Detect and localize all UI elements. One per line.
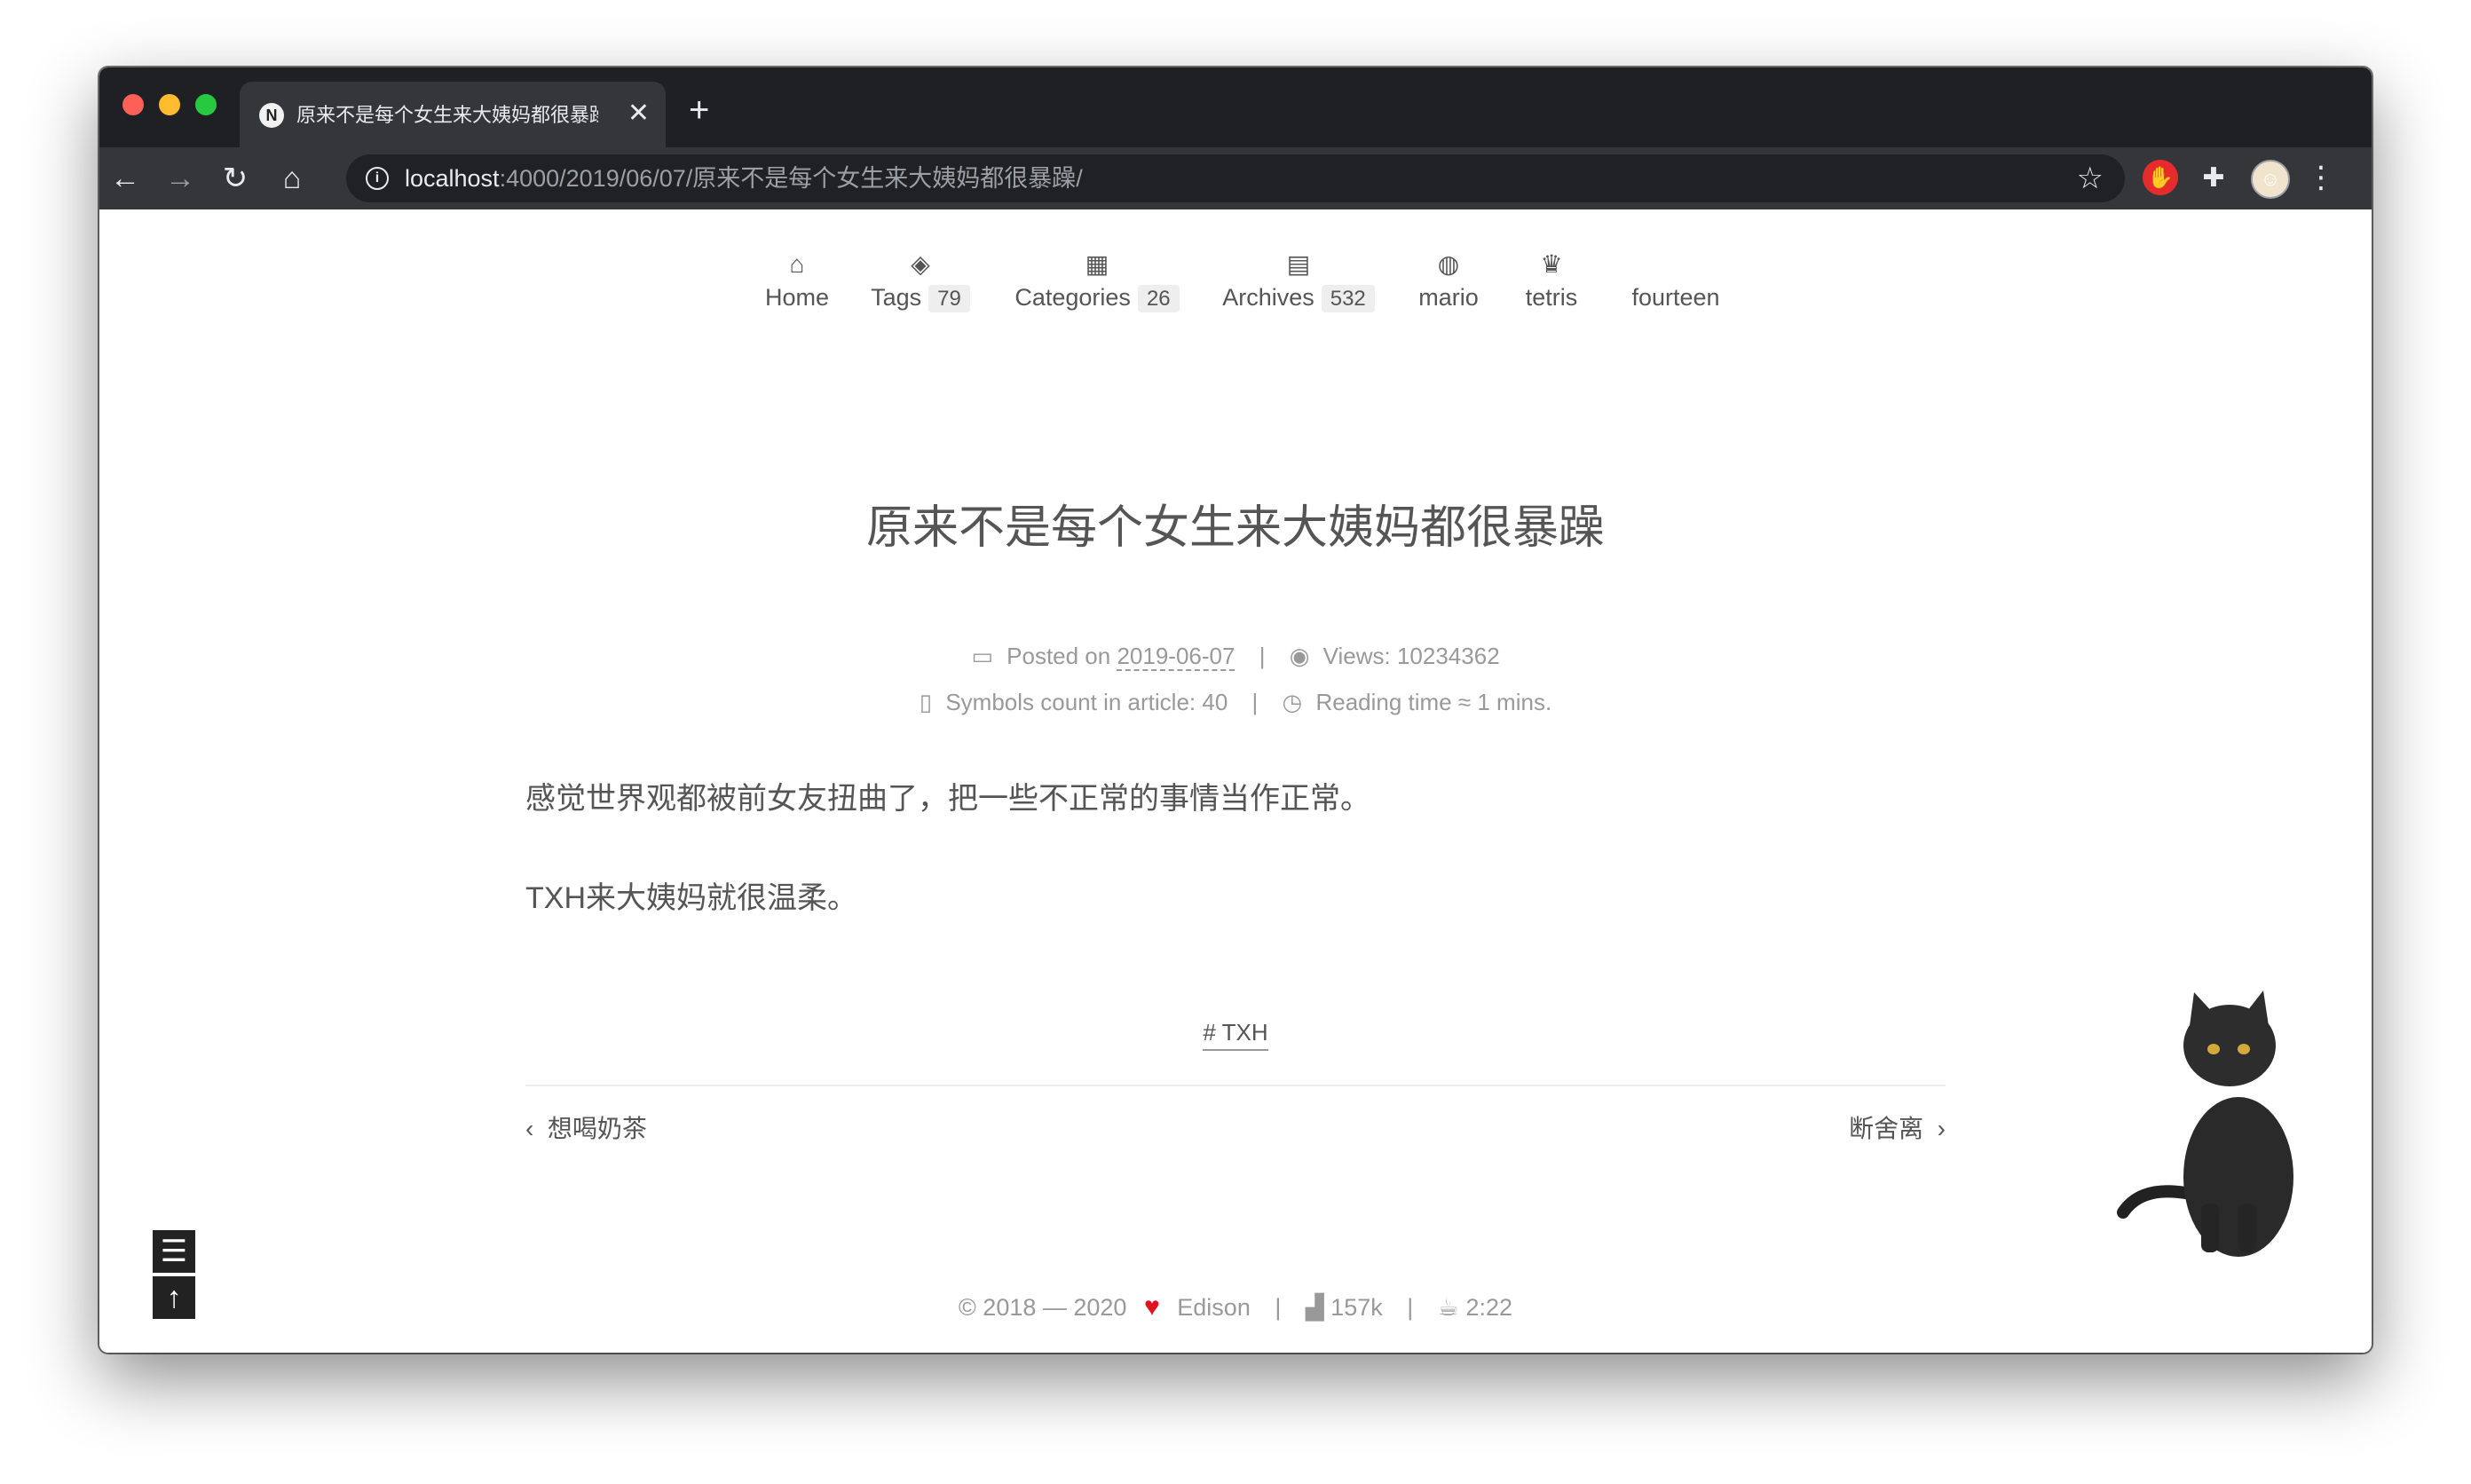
nav-label: tetris [1525,284,1578,311]
reading-time: 1 mins. [1477,689,1552,715]
profile-avatar[interactable]: ☺ [2251,160,2290,199]
categories-count-badge: 26 [1137,285,1180,312]
calendar-icon: ▭ [971,643,993,669]
chevron-left-icon: ‹ [525,1115,534,1142]
tags-icon: ◈ [911,250,930,278]
black-cat-mascot[interactable] [2105,991,2336,1257]
url-text[interactable]: localhost:4000/2019/06/07/原来不是每个女生来大姨妈都很… [405,154,1083,202]
eye-icon: ◉ [1289,643,1310,669]
nav-item-archives[interactable]: ▤ Archives 532 [1214,245,1383,312]
prev-post-title: 想喝奶茶 [547,1115,647,1142]
nav-label: Home [764,284,830,311]
heart-icon: ♥ [1143,1292,1160,1322]
chevron-right-icon: › [1937,1115,1946,1142]
nav-item-home[interactable]: ⌂ Home [753,245,841,312]
tab-close-icon[interactable]: ✕ [628,98,650,130]
nav-item-tetris[interactable]: ♛ tetris [1516,245,1587,312]
browser-window: N 原来不是每个女生来大姨妈都很暴躁 ✕ + ← → ↻ ⌂ i localho… [99,67,2372,1353]
next-post-link[interactable]: 断舍离 › [1849,1109,1946,1145]
post-divider [525,1085,1946,1086]
views-count: 10234362 [1396,643,1500,669]
nav-label: Archives [1222,284,1314,311]
post-meta-line-1: ▭ Posted on 2019-06-07 | ◉ Views: 102343… [971,643,1500,671]
author-name: Edison [1177,1294,1251,1321]
browser-toolbar: ← → ↻ ⌂ i localhost:4000/2019/06/07/原来不是… [99,147,2372,209]
url-path: :4000/2019/06/07/原来不是每个女生来大姨妈都很暴躁/ [499,165,1083,192]
post-date[interactable]: 2019-06-07 [1117,643,1236,671]
posted-on-label: Posted on [1007,643,1111,669]
file-word-icon: ▯ [919,689,933,715]
archive-icon: ▤ [1286,250,1311,278]
area-chart-icon: ▟ [1305,1294,1324,1321]
star-icon[interactable]: ☆ [2077,160,2104,197]
post-tags: # TXH [99,1019,2372,1051]
nav-label: mario [1418,284,1479,311]
extensions-icon[interactable]: ✚ [2196,160,2231,195]
gamepad-icon: ◍ [1437,250,1460,278]
home-icon: ⌂ [789,250,805,278]
reading-label: Reading time ≈ [1315,689,1472,715]
nav-item-categories[interactable]: ▦ Categories 26 [1008,245,1186,312]
minimize-window-button[interactable] [159,94,180,115]
reload-icon[interactable]: ↻ [213,156,257,201]
title-bar: N 原来不是每个女生来大姨妈都很暴躁 ✕ + [99,67,2372,147]
post-title: 原来不是每个女生来大姨妈都很暴躁 [865,501,1605,555]
symbols-count: 40 [1202,689,1228,715]
views-label: Views: [1322,643,1391,669]
new-tab-button[interactable]: + [689,92,709,128]
post-paragraph: 感觉世界观都被前女友扭曲了，把一些不正常的事情当作正常。 [525,782,1370,816]
copyright: © 2018 — 2020 [958,1294,1127,1321]
sidebar-toggle-button[interactable]: ☰ [153,1230,195,1273]
nav-item-fourteen[interactable]: fourteen [1622,245,1729,312]
back-icon[interactable]: ← [103,156,147,201]
th-icon: ▦ [1085,250,1109,278]
nav-item-tags[interactable]: ◈ Tags 79 [863,245,978,312]
nav-label: Tags [871,284,922,311]
stop-extension-icon[interactable]: ✋ [2143,160,2178,195]
coffee-icon: ☕ [1437,1294,1459,1321]
page-content: ⌂ Home ◈ Tags 79 ▦ Categories 26 ▤ Archive… [99,209,2372,1353]
tab-favicon-icon: N [259,103,284,128]
close-window-button[interactable] [122,94,144,115]
tab-title: 原来不是每个女生来大姨妈都很暴躁 [296,104,598,126]
prev-post-link[interactable]: ‹ 想喝奶茶 [525,1109,647,1145]
more-menu-icon[interactable]: ⋮ [2306,160,2336,195]
tags-count-badge: 79 [928,285,970,312]
archives-count-badge: 532 [1321,285,1375,312]
forward-icon[interactable]: → [158,156,202,201]
tag-link-txh[interactable]: # TXH [1203,1019,1268,1051]
nav-label: Categories [1014,284,1131,311]
word-count: 157k [1330,1294,1383,1321]
url-host: localhost [405,165,500,192]
clock-icon: ◷ [1282,689,1303,715]
home-icon[interactable]: ⌂ [270,156,314,201]
site-footer: © 2018 — 2020 ♥ Edison | ▟ 157k | ☕ 2:22 [958,1292,1513,1322]
nav-label: fourteen [1631,284,1720,311]
address-bar[interactable]: i localhost:4000/2019/06/07/原来不是每个女生来大姨妈… [346,154,2125,202]
trophy-icon: ♛ [1540,250,1563,278]
maximize-window-button[interactable] [195,94,217,115]
main-nav: ⌂ Home ◈ Tags 79 ▦ Categories 26 ▤ Archive… [99,245,2372,334]
info-icon[interactable]: i [366,167,389,190]
site-reading-time: 2:22 [1465,1294,1513,1321]
post-meta-line-2: ▯ Symbols count in article: 40 | ◷ Readi… [919,689,1552,715]
browser-tab[interactable]: N 原来不是每个女生来大姨妈都很暴躁 ✕ [240,82,666,147]
post-paragraph: TXH来大姨妈就很温柔。 [525,881,857,915]
nav-item-mario[interactable]: ◍ mario [1413,245,1484,312]
symbols-label: Symbols count in article: [945,689,1196,715]
next-post-title: 断舍离 [1849,1115,1924,1142]
